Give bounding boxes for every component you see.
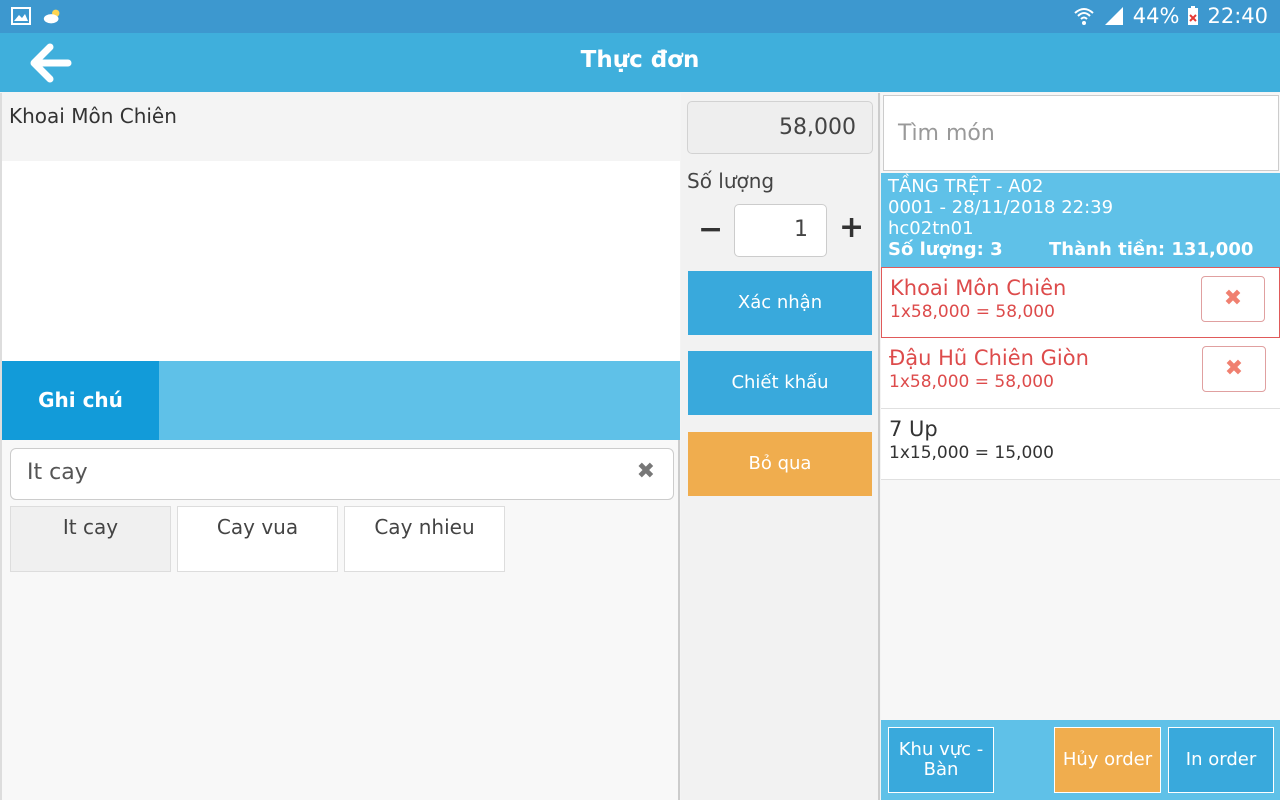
page-title: Thực đơn (580, 47, 700, 73)
area-table-button[interactable]: Khu vực - Bàn (888, 727, 994, 793)
note-value: It cay (27, 460, 88, 485)
clock: 22:40 (1207, 4, 1268, 28)
signal-icon (1104, 7, 1123, 25)
note-option-cay-nhieu[interactable]: Cay nhieu (344, 506, 505, 572)
item-detail-panel: Khoai Môn Chiên Ghi chú It cay ✖ It cay … (0, 93, 680, 800)
order-total: Thành tiền: 131,000 (1049, 239, 1254, 260)
delete-icon[interactable]: ✖ (1201, 276, 1265, 322)
order-item-name: 7 Up (889, 417, 938, 441)
order-user: hc02tn01 (888, 218, 974, 239)
detail-tabs: Ghi chú (2, 361, 680, 440)
print-order-button[interactable]: In order (1168, 727, 1274, 793)
wifi-icon (1074, 8, 1094, 25)
decrease-quantity-button[interactable]: − (698, 212, 723, 247)
app-bar: Thực đơn (0, 33, 1280, 92)
discount-button[interactable]: Chiết khấu (688, 351, 872, 415)
order-location: TẦNG TRỆT - A02 (888, 176, 1044, 197)
quantity-label: Số lượng (687, 169, 775, 193)
battery-icon (1188, 6, 1199, 25)
order-actions-bar: Khu vực - Bàn Hủy order In order (881, 720, 1280, 800)
gallery-icon (11, 7, 31, 25)
order-item[interactable]: Khoai Môn Chiên 1x58,000 = 58,000 ✖ (881, 267, 1280, 338)
quantity-input[interactable]: 1 (734, 204, 827, 257)
clear-icon[interactable]: ✖ (637, 459, 655, 484)
order-item[interactable]: Đậu Hũ Chiên Giòn 1x58,000 = 58,000 ✖ (881, 338, 1280, 409)
price-field: 58,000 (687, 101, 873, 154)
order-item-list: Khoai Môn Chiên 1x58,000 = 58,000 ✖ Đậu … (881, 267, 1280, 480)
delete-icon[interactable]: ✖ (1202, 346, 1266, 392)
skip-button[interactable]: Bỏ qua (688, 432, 872, 496)
order-code-time: 0001 - 28/11/2018 22:39 (888, 197, 1114, 218)
cancel-order-button[interactable]: Hủy order (1054, 727, 1161, 793)
battery-percent: 44% (1132, 4, 1180, 28)
confirm-button[interactable]: Xác nhận (688, 271, 872, 335)
weather-icon (43, 9, 60, 24)
search-input[interactable]: Tìm món (883, 95, 1279, 171)
quantity-panel: 58,000 Số lượng − 1 + Xác nhận Chiết khấ… (681, 93, 880, 800)
order-panel: Tìm món TẦNG TRỆT - A02 0001 - 28/11/201… (881, 93, 1280, 800)
status-bar: 44% 22:40 (0, 0, 1280, 33)
increase-quantity-button[interactable]: + (839, 210, 864, 245)
order-quantity: Số lượng: 3 (888, 239, 1003, 260)
item-name: Khoai Môn Chiên (9, 104, 177, 128)
note-input[interactable]: It cay ✖ (10, 448, 674, 500)
order-summary: TẦNG TRỆT - A02 0001 - 28/11/2018 22:39 … (881, 173, 1280, 267)
item-image-area (2, 161, 680, 361)
tab-note[interactable]: Ghi chú (2, 361, 159, 440)
area-table-label-1: Khu vực - (898, 739, 984, 760)
order-item[interactable]: 7 Up 1x15,000 = 15,000 (881, 409, 1280, 480)
area-table-label-2: Bàn (923, 759, 959, 780)
note-option-cay-vua[interactable]: Cay vua (177, 506, 338, 572)
note-option-it-cay[interactable]: It cay (10, 506, 171, 572)
order-item-detail: 1x15,000 = 15,000 (889, 443, 1054, 463)
note-options: It cay Cay vua Cay nhieu (10, 506, 505, 572)
item-header: Khoai Môn Chiên (2, 93, 680, 161)
